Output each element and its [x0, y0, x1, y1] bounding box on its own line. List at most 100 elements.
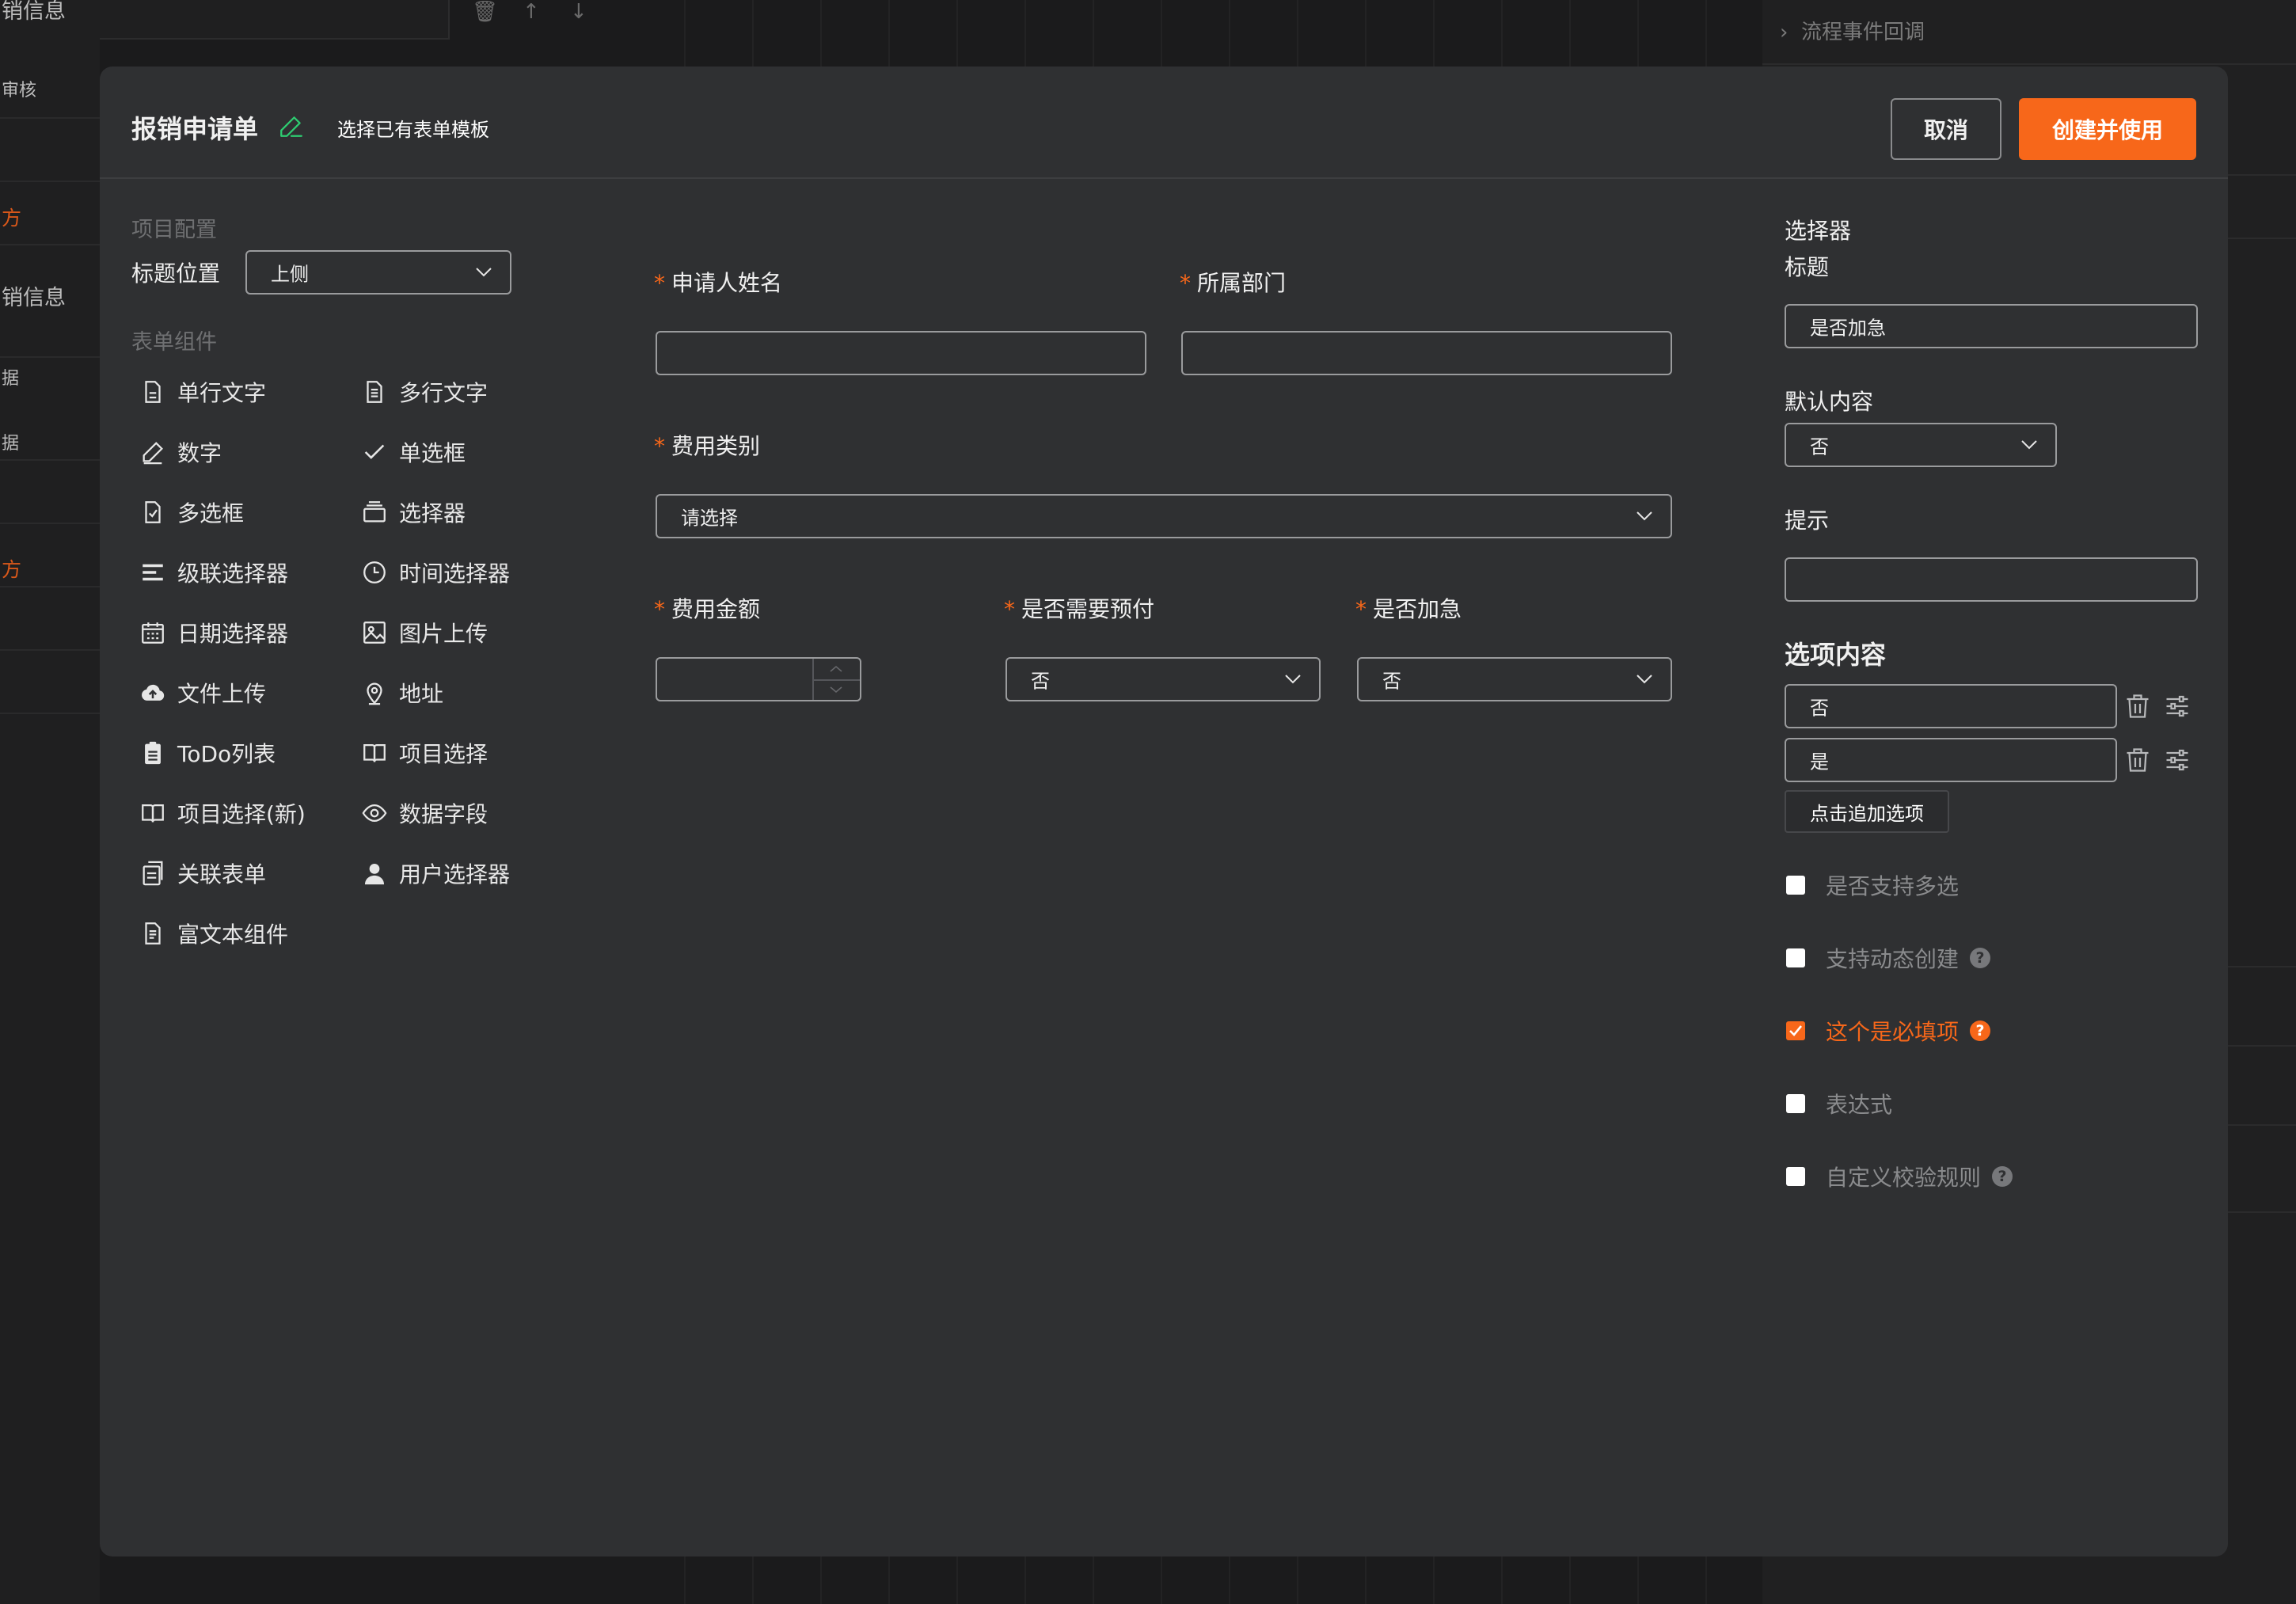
component-project-select-new[interactable]: 项目选择(新)	[139, 797, 306, 829]
edit-icon[interactable]	[278, 112, 305, 139]
cloud-upload-icon	[142, 684, 165, 701]
component-selector[interactable]: 选择器	[361, 496, 466, 528]
expense-category-label: * 费用类别	[654, 433, 761, 459]
component-number[interactable]: 数字	[139, 436, 222, 468]
component-address[interactable]: 地址	[361, 677, 443, 709]
checkbox-dynamic-create[interactable]: 支持动态创建 ?	[1786, 942, 1991, 974]
checkbox[interactable]	[1786, 1167, 1805, 1186]
component-linked-form[interactable]: 关联表单	[139, 857, 266, 889]
checkbox-expression[interactable]: 表达式	[1786, 1088, 1892, 1119]
component-cascader[interactable]: 级联选择器	[139, 557, 288, 588]
form-title: 报销申请单	[131, 114, 259, 144]
chevron-down-icon	[476, 268, 492, 277]
check-icon	[364, 444, 385, 459]
title-input-value: 是否加急	[1810, 317, 1886, 340]
component-label: 级联选择器	[177, 561, 289, 587]
component-label: 项目选择(新)	[177, 801, 306, 827]
book-icon	[363, 743, 386, 762]
option-input[interactable]: 是	[1785, 738, 2117, 782]
cancel-button[interactable]: 取消	[1891, 98, 2001, 160]
help-icon[interactable]: ?	[1970, 1021, 1991, 1041]
create-and-use-button[interactable]: 创建并使用	[2019, 98, 2196, 160]
component-file-upload[interactable]: 文件上传	[139, 677, 266, 709]
default-value-select[interactable]: 否	[1785, 423, 2057, 467]
default-value: 否	[1810, 435, 1829, 458]
add-option-button[interactable]: 点击追加选项	[1785, 790, 1949, 833]
default-value-label: 默认内容	[1785, 389, 1874, 415]
checkbox[interactable]	[1786, 1094, 1805, 1113]
checkbox-label: 表达式	[1826, 1092, 1893, 1118]
component-label: 地址	[399, 681, 444, 707]
checkbox-custom-validation[interactable]: 自定义校验规则 ?	[1786, 1161, 2013, 1192]
trash-icon: 🗑	[472, 0, 499, 24]
file-lines-icon	[367, 381, 382, 403]
component-label: 文件上传	[177, 681, 267, 707]
urgent-select[interactable]: 否	[1357, 657, 1672, 701]
user-icon	[364, 863, 385, 885]
stepper-down-icon[interactable]	[829, 686, 843, 694]
calendar-icon	[142, 622, 164, 644]
department-input[interactable]	[1181, 331, 1672, 375]
sliders-icon[interactable]	[2163, 692, 2191, 720]
checkbox-label: 自定义校验规则	[1826, 1165, 1982, 1191]
component-image-upload[interactable]: 图片上传	[361, 617, 488, 648]
help-icon[interactable]: ?	[1992, 1166, 2013, 1187]
checkbox-label: 这个是必填项	[1826, 1019, 1960, 1045]
eye-icon	[362, 804, 387, 823]
chevron-down-icon	[2021, 440, 2037, 450]
component-label: ToDo列表	[177, 741, 276, 767]
applicant-name-input[interactable]	[656, 331, 1146, 375]
component-single-line-text[interactable]: 单行文字	[139, 376, 266, 408]
arrow-up-icon: ↑	[523, 0, 540, 24]
expense-amount-input[interactable]	[656, 657, 861, 701]
background-item: 据	[2, 434, 20, 454]
component-label: 多选框	[177, 500, 245, 526]
component-time-picker[interactable]: 时间选择器	[361, 557, 510, 588]
urgent-label: * 是否加急	[1355, 596, 1462, 622]
title-position-label: 标题位置	[131, 260, 221, 287]
component-todo-list[interactable]: ToDo列表	[139, 737, 276, 769]
callback-title: › 流程事件回调	[1780, 21, 1925, 44]
trash-icon[interactable]	[2123, 746, 2152, 774]
form-designer-modal: 报销申请单 选择已有表单模板 取消 创建并使用 项目配置 标题位置 上侧 表单组…	[100, 67, 2228, 1556]
hint-input[interactable]	[1785, 557, 2198, 602]
checkbox-multiple[interactable]: 是否支持多选	[1786, 869, 1959, 901]
checkbox[interactable]	[1786, 876, 1805, 895]
component-user-selector[interactable]: 用户选择器	[361, 857, 510, 889]
title-position-select[interactable]: 上侧	[245, 250, 511, 295]
component-rich-text[interactable]: 富文本组件	[139, 918, 288, 949]
stepper-up-icon[interactable]	[829, 665, 843, 673]
component-data-field[interactable]: 数据字段	[361, 797, 488, 829]
component-label: 用户选择器	[399, 861, 511, 888]
checkbox-label: 支持动态创建	[1826, 946, 1960, 972]
help-icon[interactable]: ?	[1970, 948, 1991, 968]
checkbox-checked[interactable]	[1786, 1021, 1805, 1040]
checkbox-icon	[145, 501, 161, 523]
amount-stepper[interactable]	[812, 659, 860, 700]
component-radio[interactable]: 单选框	[361, 436, 466, 468]
check-icon	[1789, 1025, 1803, 1036]
component-checkbox[interactable]: 多选框	[139, 496, 244, 528]
option-input[interactable]: 否	[1785, 684, 2117, 728]
background-item: 据	[2, 369, 20, 389]
sliders-icon[interactable]	[2163, 746, 2191, 774]
prepay-select[interactable]: 否	[1005, 657, 1321, 701]
component-label: 多行文字	[399, 380, 488, 406]
checkbox-required[interactable]: 这个是必填项 ?	[1786, 1015, 1991, 1047]
image-icon	[363, 621, 386, 644]
checkbox[interactable]	[1786, 948, 1805, 967]
department-label: * 所属部门	[1180, 270, 1287, 296]
component-project-select[interactable]: 项目选择	[361, 737, 488, 769]
component-label: 日期选择器	[177, 621, 289, 647]
component-label: 单行文字	[177, 380, 267, 406]
select-template-link[interactable]: 选择已有表单模板	[337, 114, 489, 142]
title-input[interactable]: 是否加急	[1785, 304, 2198, 348]
component-date-picker[interactable]: 日期选择器	[139, 617, 288, 648]
background-sidebar: 销信息 审核 方 销信息 据 据 方	[0, 0, 100, 1604]
checkbox-label: 是否支持多选	[1826, 873, 1960, 899]
trash-icon[interactable]	[2123, 692, 2152, 720]
component-label: 数据字段	[399, 801, 488, 827]
expense-category-select[interactable]: 请选择	[656, 494, 1672, 538]
component-multi-line-text[interactable]: 多行文字	[361, 376, 488, 408]
component-label: 单选框	[399, 440, 466, 466]
